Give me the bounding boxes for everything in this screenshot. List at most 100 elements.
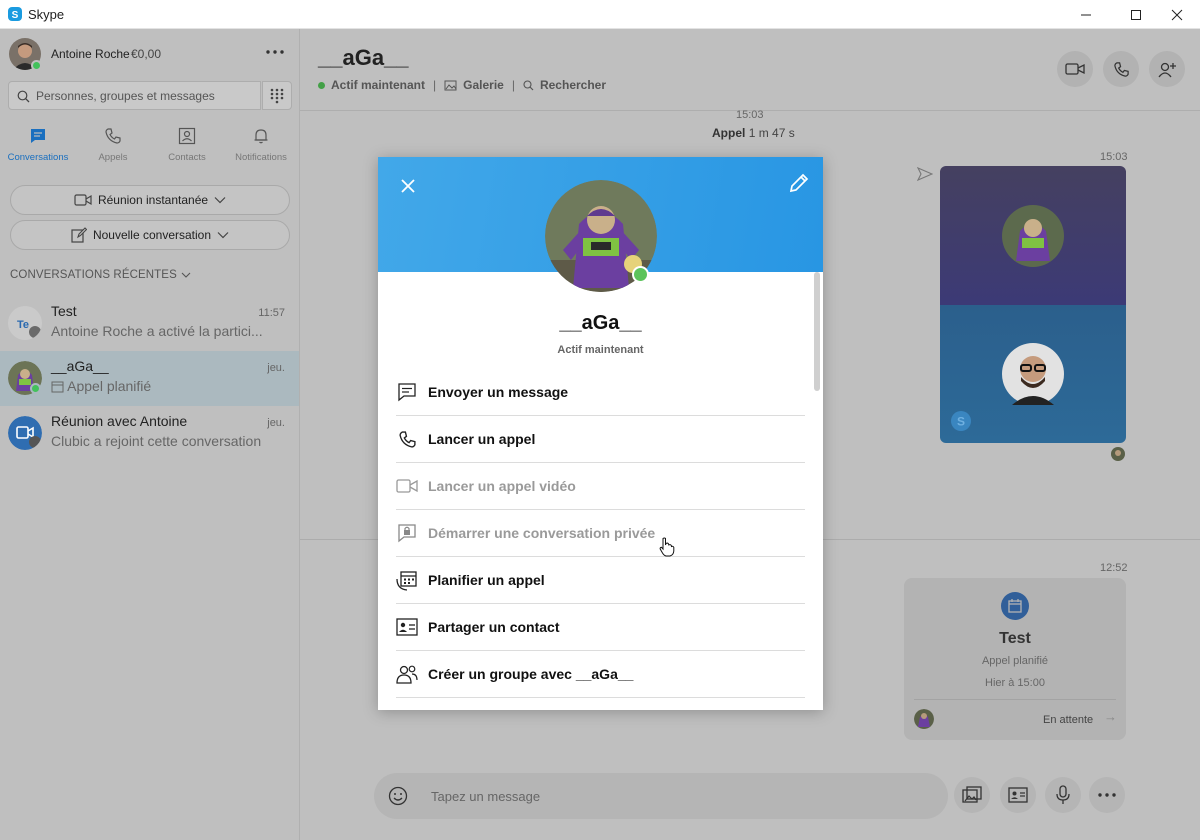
video-call-button[interactable] xyxy=(1057,51,1093,87)
minimize-icon xyxy=(1081,14,1091,15)
microphone-button[interactable] xyxy=(1045,777,1081,813)
start-video-call-action[interactable]: Lancer un appel vidéo xyxy=(396,463,805,510)
conversation-time: jeu. xyxy=(267,417,285,429)
conversation-item-aga[interactable]: __aGa__ Appel planifié jeu. xyxy=(0,351,299,406)
compose-icon xyxy=(71,227,87,243)
share-contact-action[interactable]: Partager un contact xyxy=(396,604,805,651)
recent-conversations-header[interactable]: CONVERSATIONS RÉCENTES xyxy=(10,269,191,281)
video-tile-local: S xyxy=(940,305,1126,443)
conversation-item-test[interactable]: Te Test Antoine Roche a activé la partic… xyxy=(0,296,299,351)
tab-contacts[interactable]: Contacts xyxy=(152,127,222,167)
contact-card-button[interactable] xyxy=(1000,777,1036,813)
call-summary: Appel 1 m 47 s xyxy=(712,126,795,140)
schedule-call-action[interactable]: Planifier un appel xyxy=(396,557,805,604)
action-label: Envoyer un message xyxy=(428,384,569,400)
bell-icon xyxy=(254,129,268,144)
message-time: 15:03 xyxy=(736,109,764,121)
phone-icon xyxy=(396,428,418,450)
conversation-preview: Antoine Roche a activé la partici... xyxy=(51,323,263,339)
meet-now-button[interactable]: Réunion instantanée xyxy=(10,185,290,215)
create-group-action[interactable]: Créer un groupe avec __aGa__ xyxy=(396,651,805,698)
emoji-icon[interactable] xyxy=(388,786,408,806)
action-label: Lancer un appel xyxy=(428,431,536,447)
svg-text:S: S xyxy=(12,10,19,21)
scheduled-call-title: Test xyxy=(999,630,1031,647)
tab-label: Conversations xyxy=(7,152,69,163)
presence-dot xyxy=(318,81,325,89)
search-input[interactable] xyxy=(36,87,256,105)
action-label: Lancer un appel vidéo xyxy=(428,478,576,494)
separator: | xyxy=(433,78,437,92)
audio-call-button[interactable] xyxy=(1103,51,1139,87)
phone-icon xyxy=(1113,61,1129,77)
more-options-button[interactable] xyxy=(262,41,288,63)
profile-name[interactable]: Antoine Roche xyxy=(51,47,130,61)
media-button[interactable] xyxy=(954,777,990,813)
add-people-button[interactable] xyxy=(1149,51,1185,87)
more-icon xyxy=(266,50,284,54)
pencil-icon xyxy=(789,173,809,193)
minimize-button[interactable] xyxy=(1063,0,1109,29)
find-link[interactable]: Rechercher xyxy=(540,78,606,92)
scheduled-call-card[interactable]: Test Appel planifié Hier à 15:00 En atte… xyxy=(904,578,1126,740)
hand-cursor-icon xyxy=(659,537,675,557)
chat-subheader: Actif maintenant | Galerie | Rechercher xyxy=(318,78,606,92)
microphone-icon xyxy=(1056,785,1070,804)
private-conversation-action[interactable]: Démarrer une conversation privée xyxy=(396,510,805,557)
message-input[interactable] xyxy=(431,787,911,805)
gallery-link[interactable]: Galerie xyxy=(463,78,504,92)
more-icon xyxy=(1098,793,1116,797)
dialog-close-button[interactable] xyxy=(398,176,418,196)
conversation-avatar: Te xyxy=(8,306,42,340)
call-label: Appel xyxy=(712,126,746,140)
message-composer[interactable] xyxy=(374,773,948,819)
new-chat-label: Nouvelle conversation xyxy=(92,228,212,242)
tab-conversations[interactable]: Conversations xyxy=(3,127,73,167)
group-avatar-icon: Te xyxy=(8,306,42,340)
action-label: Démarrer une conversation privée xyxy=(428,525,656,541)
start-call-action[interactable]: Lancer un appel xyxy=(396,416,805,463)
new-chat-button[interactable]: Nouvelle conversation xyxy=(10,220,290,250)
gallery-icon xyxy=(962,786,982,803)
message-time: 15:03 xyxy=(1100,151,1128,163)
conversation-preview: Clubic a rejoint cette conversation xyxy=(51,433,262,449)
tab-notifications[interactable]: Notifications xyxy=(226,127,296,167)
buzz-avatar-image xyxy=(914,709,934,729)
search-box[interactable] xyxy=(8,81,261,110)
presence-indicator xyxy=(31,60,42,71)
recent-header-label: CONVERSATIONS RÉCENTES xyxy=(10,269,177,281)
tab-label: Contacts xyxy=(168,152,206,163)
call-duration: 1 m 47 s xyxy=(748,126,795,140)
send-message-action[interactable]: Envoyer un message xyxy=(396,369,805,416)
message-time: 12:52 xyxy=(1100,562,1128,574)
arrow-right-icon[interactable]: → xyxy=(1104,709,1117,724)
chat-icon xyxy=(31,129,45,143)
dialpad-button[interactable] xyxy=(262,81,292,110)
svg-text:Te: Te xyxy=(17,319,29,331)
video-icon xyxy=(396,475,418,497)
card-divider xyxy=(914,699,1116,700)
title-bar: S Skype xyxy=(0,0,1200,29)
calendar-call-icon xyxy=(51,381,64,393)
dialog-scrollbar[interactable] xyxy=(814,272,820,391)
video-icon xyxy=(1065,63,1085,75)
video-call-preview[interactable]: S xyxy=(940,166,1126,443)
participant-avatar xyxy=(914,709,934,729)
chat-status: Actif maintenant xyxy=(331,78,426,92)
close-button[interactable] xyxy=(1154,0,1200,29)
conversation-time: jeu. xyxy=(267,362,285,374)
conversation-item-meeting[interactable]: Réunion avec Antoine Clubic a rejoint ce… xyxy=(0,406,299,461)
conversation-name: __aGa__ xyxy=(51,358,109,374)
separator: | xyxy=(511,78,515,92)
edit-contact-button[interactable] xyxy=(786,170,812,196)
chevron-down-icon xyxy=(181,272,191,278)
maximize-button[interactable] xyxy=(1113,0,1159,29)
contact-status: Actif maintenant xyxy=(557,344,644,356)
conversation-avatar xyxy=(8,416,42,450)
profile-credit[interactable]: €0,00 xyxy=(131,47,161,61)
antoine-avatar-image xyxy=(1002,343,1064,405)
more-actions-button[interactable] xyxy=(1089,777,1125,813)
chat-title[interactable]: __aGa__ xyxy=(318,45,409,71)
conversation-name: Réunion avec Antoine xyxy=(51,413,188,429)
tab-calls[interactable]: Appels xyxy=(78,127,148,167)
